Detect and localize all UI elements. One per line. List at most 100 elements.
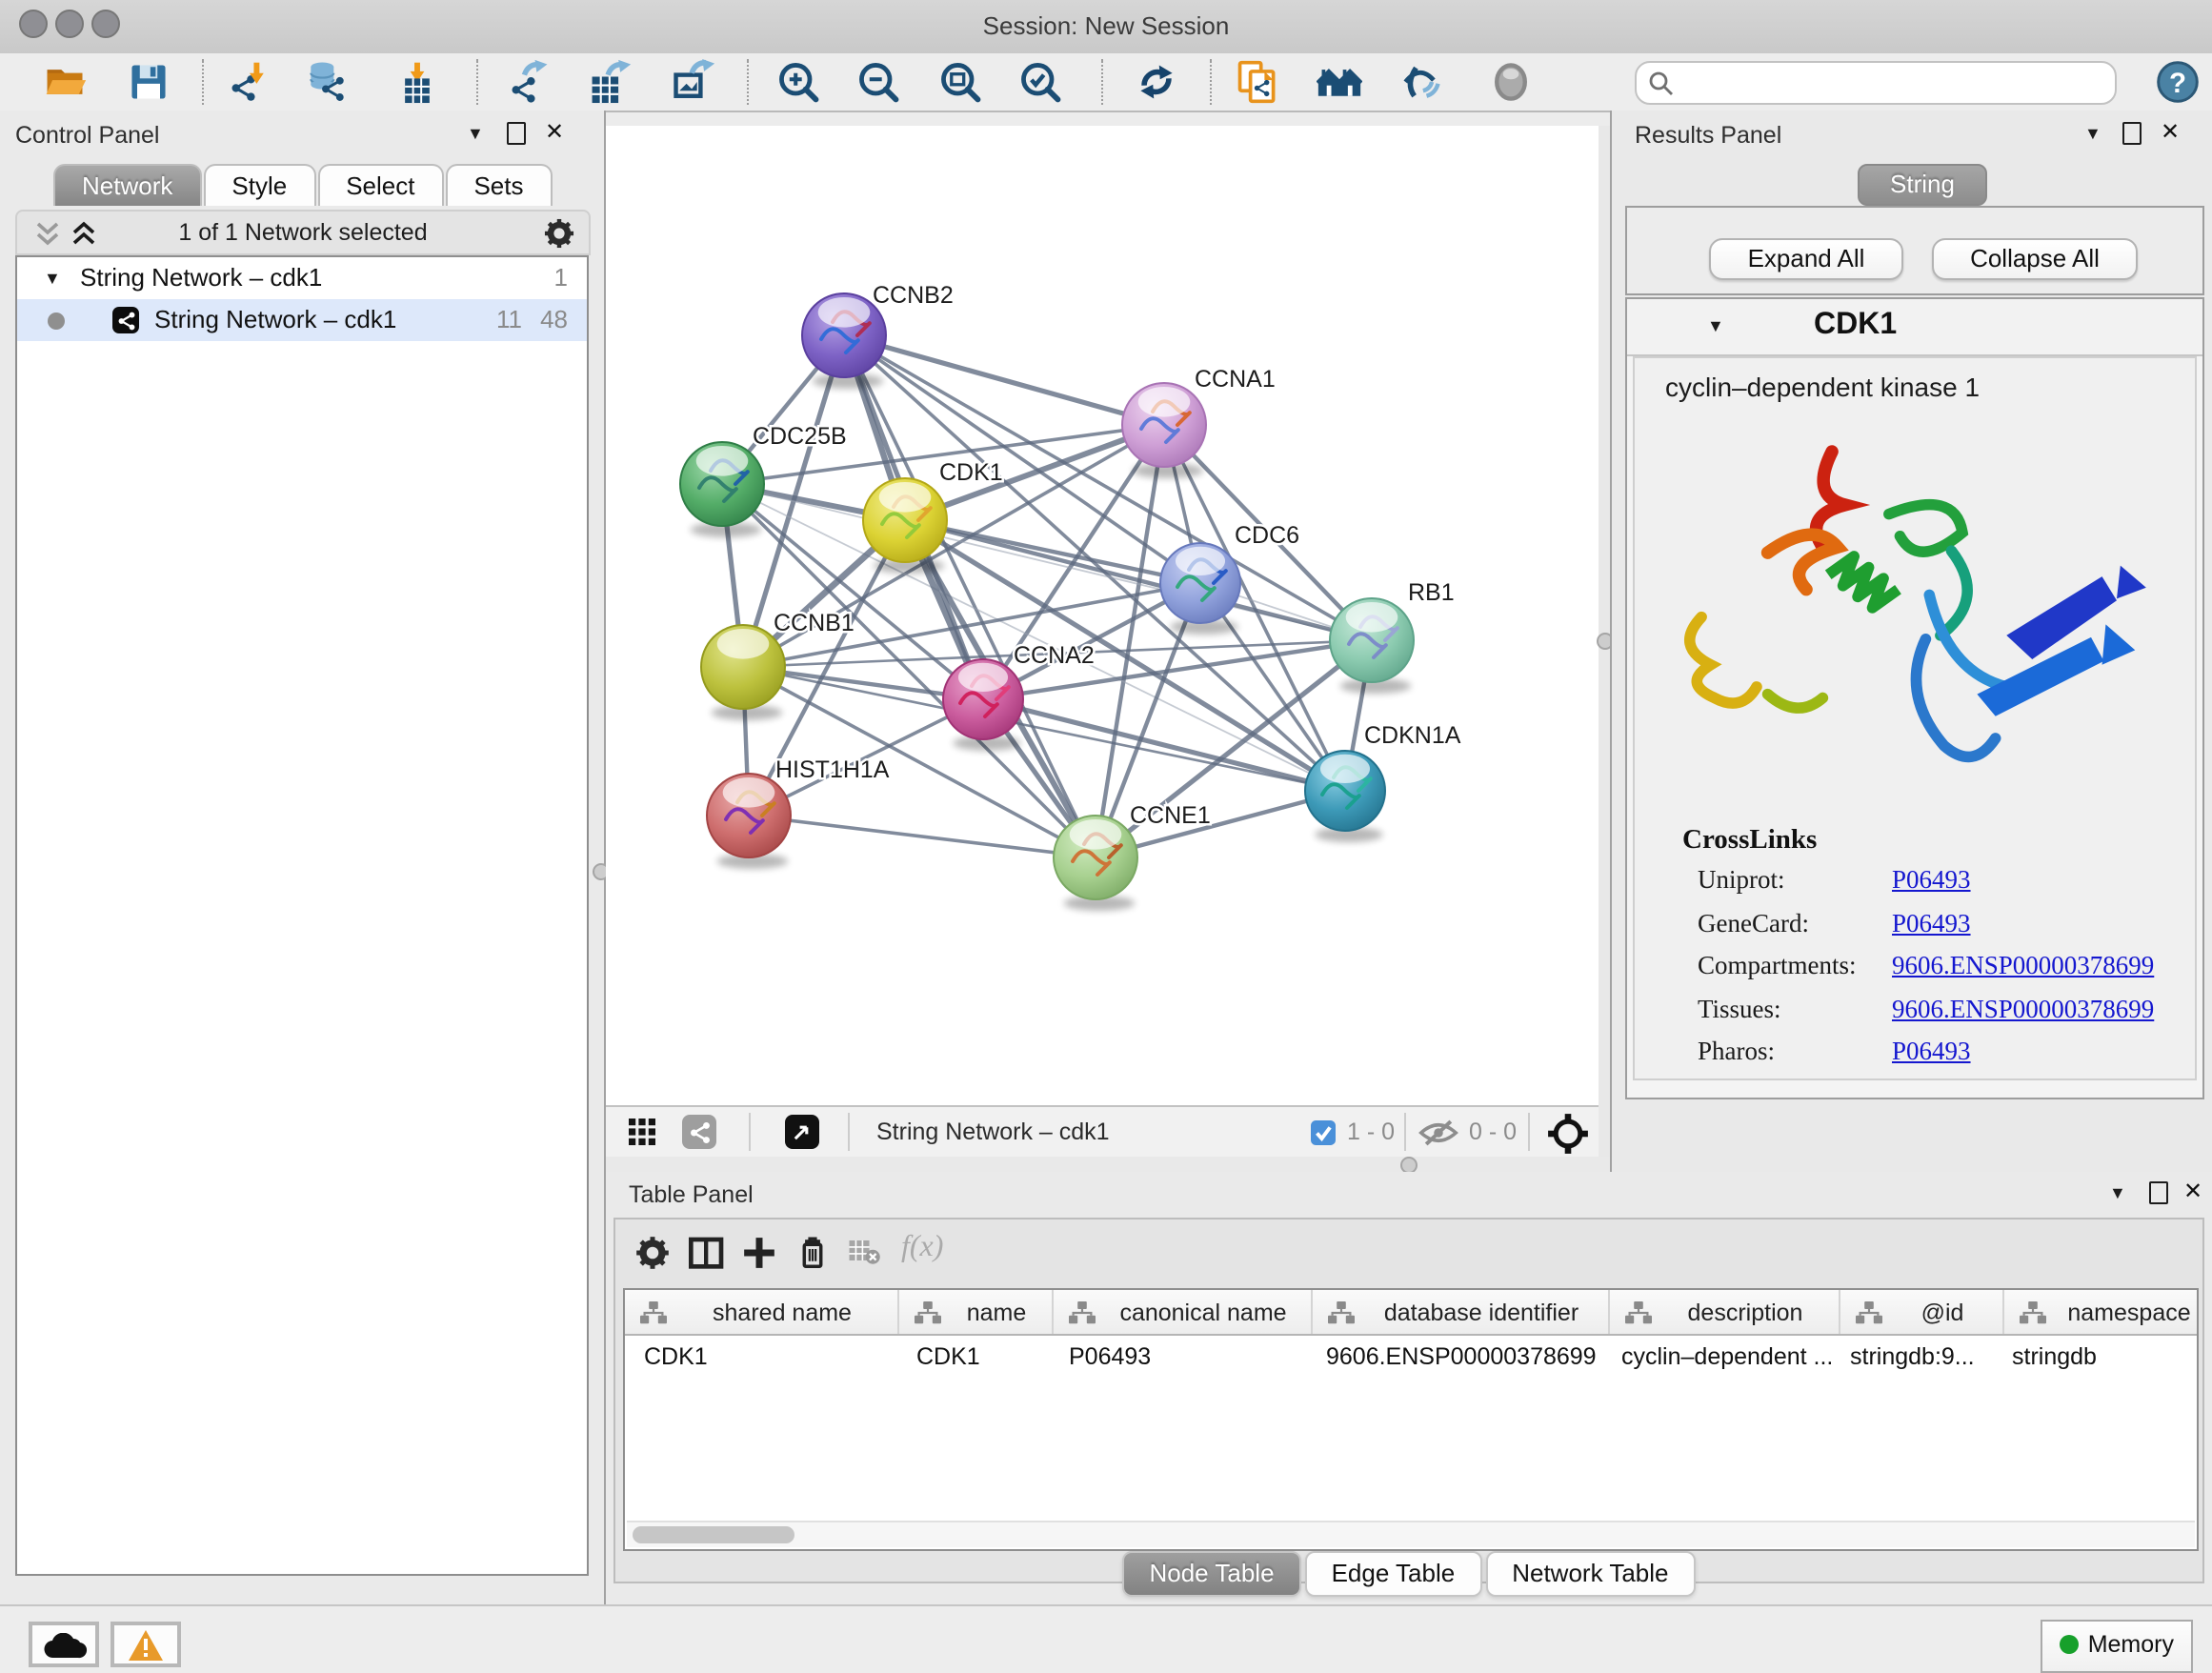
network-node-CCNB1[interactable] <box>701 625 785 720</box>
close-panel-icon[interactable]: ✕ <box>2161 118 2180 145</box>
tab-string[interactable]: String <box>1858 164 1987 206</box>
column-header-database-identifier[interactable]: database identifier <box>1313 1290 1610 1334</box>
float-panel-icon[interactable] <box>2122 122 2142 145</box>
crosslink-link[interactable]: P06493 <box>1892 908 1971 938</box>
zoom-in-icon[interactable] <box>775 59 821 105</box>
add-icon[interactable] <box>741 1235 777 1271</box>
network-node-CCNE1[interactable] <box>1054 816 1137 911</box>
collection-label: String Network – cdk1 <box>80 257 322 299</box>
hidden-eye-icon[interactable] <box>1418 1119 1459 1147</box>
column-header-namespace[interactable]: namespace <box>2004 1290 2199 1334</box>
column-header-shared-name[interactable]: shared name <box>625 1290 899 1334</box>
search-input[interactable] <box>1682 65 2109 101</box>
import-table-icon[interactable] <box>394 59 440 105</box>
memory-button[interactable]: Memory <box>2041 1620 2193 1673</box>
zoom-selected-icon[interactable] <box>1017 59 1063 105</box>
fit-content-crosshair-icon[interactable] <box>1547 1112 1589 1154</box>
tab-node-table[interactable]: Node Table <box>1122 1551 1300 1597</box>
expand-all-button[interactable]: Expand All <box>1709 238 1903 280</box>
toolbar-separator <box>747 59 749 105</box>
network-node-CDKN1A[interactable] <box>1305 751 1385 842</box>
collapse-panel-icon[interactable]: ▼ <box>467 124 484 143</box>
scrollbar-thumb[interactable] <box>633 1526 794 1543</box>
crosslink-row: GeneCard:P06493 <box>1698 908 2183 938</box>
protein-structure-image <box>1654 412 2168 802</box>
tab-sets[interactable]: Sets <box>445 164 552 206</box>
export-network-icon[interactable] <box>507 59 553 105</box>
column-header-canonical-name[interactable]: canonical name <box>1054 1290 1313 1334</box>
delete-table-icon[interactable] <box>848 1235 882 1269</box>
float-panel-icon[interactable] <box>2149 1181 2168 1204</box>
gear-icon[interactable] <box>634 1235 671 1271</box>
network-selection-bar: 1 of 1 Network selected <box>15 210 591 255</box>
refresh-icon[interactable] <box>1134 59 1179 105</box>
network-canvas[interactable]: CCNB2CCNA1CDC25BCDK1CDC6RB1CCNB1CCNA2CDK… <box>606 126 1599 1105</box>
export-table-icon[interactable] <box>587 59 633 105</box>
collapse-panel-icon[interactable]: ▼ <box>2109 1183 2126 1202</box>
gear-icon[interactable] <box>543 217 575 250</box>
network-node-HIST1H1A[interactable] <box>707 774 791 869</box>
warning-button[interactable] <box>111 1622 181 1667</box>
collapse-panel-icon[interactable]: ▼ <box>2084 124 2101 143</box>
crosslink-link[interactable]: 9606.ENSP00000378699 <box>1892 951 2154 981</box>
network-node-RB1[interactable] <box>1330 598 1414 694</box>
column-header-@id[interactable]: @id <box>1840 1290 2004 1334</box>
crosslink-link[interactable]: P06493 <box>1892 1037 1971 1067</box>
section-expander-icon[interactable]: ▼ <box>1707 316 1724 335</box>
table-cell[interactable]: stringdb:9... <box>1831 1336 1993 1380</box>
vertical-splitter[interactable] <box>1599 126 1610 1157</box>
network-node-CCNA1[interactable] <box>1122 383 1206 478</box>
export-image-icon[interactable] <box>671 59 716 105</box>
close-panel-icon[interactable]: ✕ <box>545 118 564 145</box>
tab-style[interactable]: Style <box>203 164 315 206</box>
string-network-graph[interactable]: CCNB2CCNA1CDC25BCDK1CDC6RB1CCNB1CCNA2CDK… <box>606 126 1599 1105</box>
string-view-icon[interactable] <box>682 1115 716 1149</box>
table-cell[interactable]: 9606.ENSP00000378699 <box>1307 1336 1602 1380</box>
tab-select[interactable]: Select <box>317 164 443 206</box>
save-icon[interactable] <box>126 59 171 105</box>
trash-icon[interactable] <box>794 1235 831 1271</box>
application-window: Session: New Session <box>0 0 2212 1671</box>
function-builder-icon[interactable]: f(x) <box>901 1231 943 1265</box>
close-panel-icon[interactable]: ✕ <box>2183 1178 2202 1204</box>
network-collection-row[interactable]: ▼ String Network – cdk1 1 <box>17 257 587 299</box>
help-icon[interactable]: ? <box>2155 59 2201 105</box>
columns-icon[interactable] <box>688 1235 726 1273</box>
zoom-fit-icon[interactable] <box>937 59 983 105</box>
birdseye-icon[interactable] <box>1488 59 1534 105</box>
import-database-icon[interactable] <box>303 59 349 105</box>
hide-details-icon[interactable] <box>1398 59 1444 105</box>
cloud-button[interactable] <box>29 1622 99 1667</box>
column-header-name[interactable]: name <box>899 1290 1054 1334</box>
column-header-description[interactable]: description <box>1610 1290 1840 1334</box>
crosslink-link[interactable]: 9606.ENSP00000378699 <box>1892 994 2154 1024</box>
open-in-window-icon[interactable] <box>785 1115 819 1149</box>
tab-network-table[interactable]: Network Table <box>1485 1551 1695 1597</box>
tab-network[interactable]: Network <box>53 164 201 206</box>
zoom-out-icon[interactable] <box>855 59 901 105</box>
table-cell[interactable]: stringdb <box>1993 1336 2199 1380</box>
network-edge[interactable] <box>749 816 1096 857</box>
crosslink-label: Pharos: <box>1698 1037 1775 1065</box>
table-cell[interactable]: cyclin–dependent ... <box>1602 1336 1831 1380</box>
float-panel-icon[interactable] <box>507 122 526 145</box>
collection-expander-icon[interactable]: ▼ <box>44 257 61 299</box>
table-horizontal-scrollbar[interactable] <box>627 1521 2195 1547</box>
tab-edge-table[interactable]: Edge Table <box>1305 1551 1482 1597</box>
table-cell[interactable]: P06493 <box>1050 1336 1307 1380</box>
gene-section-header[interactable]: ▼ CDK1 <box>1627 299 2202 356</box>
table-cell[interactable]: CDK1 <box>625 1336 897 1380</box>
table-cell[interactable]: CDK1 <box>897 1336 1050 1380</box>
collapse-all-button[interactable]: Collapse All <box>1932 238 2138 280</box>
network-node-CDC25B[interactable] <box>680 442 764 537</box>
network-row-selected[interactable]: String Network – cdk1 11 48 <box>17 299 587 341</box>
selected-checkbox-icon[interactable] <box>1311 1120 1336 1145</box>
grid-view-icon[interactable] <box>629 1119 657 1147</box>
import-network-icon[interactable] <box>227 59 272 105</box>
table-panel: Table Panel ▼ ✕ <box>606 1172 2212 1604</box>
home-neighborhood-icon[interactable] <box>1317 59 1362 105</box>
table-row[interactable]: CDK1CDK1P064939606.ENSP00000378699cyclin… <box>625 1336 2197 1380</box>
crosslink-link[interactable]: P06493 <box>1892 865 1971 896</box>
copy-network-icon[interactable] <box>1235 59 1280 105</box>
open-folder-icon[interactable] <box>42 59 88 105</box>
